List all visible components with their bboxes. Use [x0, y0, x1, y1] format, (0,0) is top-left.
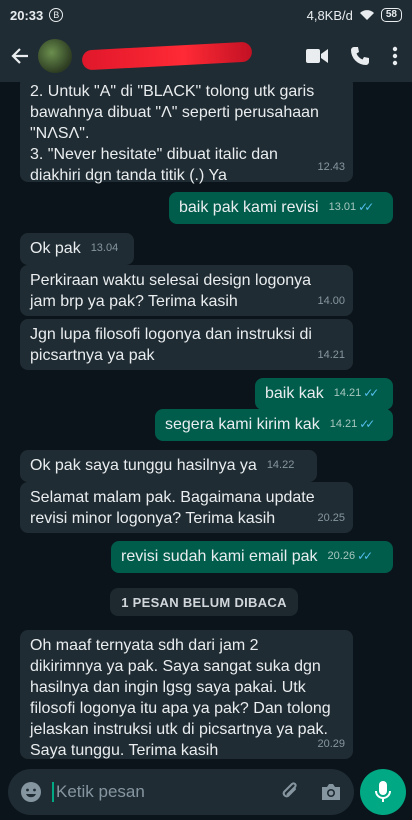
message-line: "NΛSΛ".	[30, 125, 90, 142]
message-text: revisi sudah kami email pak	[121, 548, 318, 565]
double-check-icon: ✓✓	[357, 549, 373, 563]
message-line: Oh maaf ternyata sdh dari jam 2	[30, 637, 259, 654]
message-line: jelaskan instruksi utk di picsartnya ya …	[30, 721, 328, 738]
message-time: 14.21	[329, 418, 358, 430]
message-line: Saya tunggu. Terima kasih	[30, 742, 219, 759]
message-incoming[interactable]: Oh maaf ternyata sdh dari jam 2 dikirimn…	[20, 630, 353, 759]
message-line: revisi minor logonya? Terima kasih	[30, 510, 276, 527]
message-time: 14.21	[317, 349, 345, 361]
back-arrow-icon[interactable]	[8, 44, 32, 68]
message-incoming[interactable]: Jgn lupa filosofi logonya dan instruksi …	[20, 319, 353, 370]
input-actions	[280, 781, 342, 803]
message-incoming[interactable]: Ok pak saya tunggu hasilnya ya 14.22	[20, 450, 317, 482]
wifi-icon	[359, 10, 374, 20]
network-speed: 4,8KB/d	[306, 7, 353, 23]
chat-area[interactable]: 2. Untuk "A" di "BLACK" tolong utk garis…	[0, 82, 412, 765]
message-line: filosofi logonya itu apa ya pak? Dan tol…	[30, 700, 331, 717]
emoji-icon[interactable]	[20, 781, 42, 803]
mic-button[interactable]	[360, 769, 406, 815]
message-line: Selamat malam pak. Bagaimana update	[30, 489, 315, 506]
message-time: 14.00	[317, 295, 345, 307]
double-check-icon: ✓✓	[363, 386, 379, 400]
message-line: picsartnya ya pak	[30, 347, 155, 364]
message-incoming[interactable]: Perkiraan waktu selesai design logonya j…	[20, 265, 353, 316]
message-incoming[interactable]: Selamat malam pak. Bagaimana update revi…	[20, 482, 353, 533]
message-incoming[interactable]: Ok pak 13.04	[20, 233, 134, 265]
message-text: baik pak kami revisi	[179, 199, 319, 216]
message-text: Ok pak	[30, 240, 81, 257]
message-line: dikirimnya ya pak. Saya sangat suka dgn	[30, 658, 321, 675]
status-indicator-icon: B	[49, 8, 64, 22]
message-incoming[interactable]: 2. Untuk "A" di "BLACK" tolong utk garis…	[20, 82, 353, 184]
message-outgoing[interactable]: segera kami kirim kak 14.21 ✓✓	[155, 409, 393, 441]
message-line: bawahnya dibuat "Λ" seperti perusahaan	[30, 104, 319, 121]
message-line: 2. Untuk "A" di "BLACK" tolong utk garis	[30, 83, 315, 100]
message-time: 20.25	[317, 512, 345, 524]
message-outgoing[interactable]: baik kak 14.21 ✓✓	[255, 378, 393, 410]
message-text: baik kak	[265, 385, 324, 402]
message-time: 14.21	[333, 387, 362, 399]
message-line: diakhiri dgn tanda titik (.) Ya	[30, 167, 227, 184]
message-input-container[interactable]	[8, 769, 354, 815]
unread-messages-banner: 1 PESAN BELUM DIBACA	[110, 588, 298, 616]
mic-icon	[375, 781, 391, 802]
more-vert-icon[interactable]	[392, 46, 398, 66]
message-time: 13.04	[90, 242, 119, 254]
message-input[interactable]	[52, 782, 252, 802]
contact-name-redacted[interactable]	[81, 41, 253, 71]
attach-icon[interactable]	[280, 781, 300, 803]
message-outgoing[interactable]: revisi sudah kami email pak 20.26 ✓✓	[111, 541, 393, 573]
message-line: jam brp ya pak? Terima kasih	[30, 293, 238, 310]
status-right: 4,8KB/d 58	[307, 8, 402, 23]
video-call-icon[interactable]	[306, 48, 328, 64]
message-line: hasilnya dan ingin lgsg saya pakai. Utk	[30, 679, 306, 696]
camera-icon[interactable]	[320, 783, 342, 801]
message-line: Perkiraan waktu selesai design logonya	[30, 272, 312, 289]
header-actions	[306, 46, 404, 66]
battery-icon: 58	[380, 8, 402, 22]
message-time: 13.01	[328, 201, 357, 213]
message-outgoing[interactable]: baik pak kami revisi 13.01 ✓✓	[169, 192, 393, 224]
message-time: 20.29	[317, 738, 345, 750]
status-bar: 20:33 B 4,8KB/d 58	[0, 0, 412, 30]
avatar[interactable]	[38, 39, 72, 73]
double-check-icon: ✓✓	[359, 417, 375, 431]
message-time: 12.43	[317, 161, 345, 173]
message-time: 20.26	[327, 550, 356, 562]
message-text: Ok pak saya tunggu hasilnya ya	[30, 457, 257, 474]
message-line: 3. "Never hesitate" dibuat italic dan	[30, 146, 278, 163]
message-time: 14.22	[266, 459, 295, 471]
status-time: 20:33	[10, 7, 44, 23]
chat-header	[0, 30, 412, 82]
double-check-icon: ✓✓	[358, 200, 374, 214]
message-text: segera kami kirim kak	[165, 416, 320, 433]
message-line: Jgn lupa filosofi logonya dan instruksi …	[30, 326, 312, 343]
compose-bar	[0, 765, 412, 820]
phone-icon[interactable]	[350, 46, 370, 66]
